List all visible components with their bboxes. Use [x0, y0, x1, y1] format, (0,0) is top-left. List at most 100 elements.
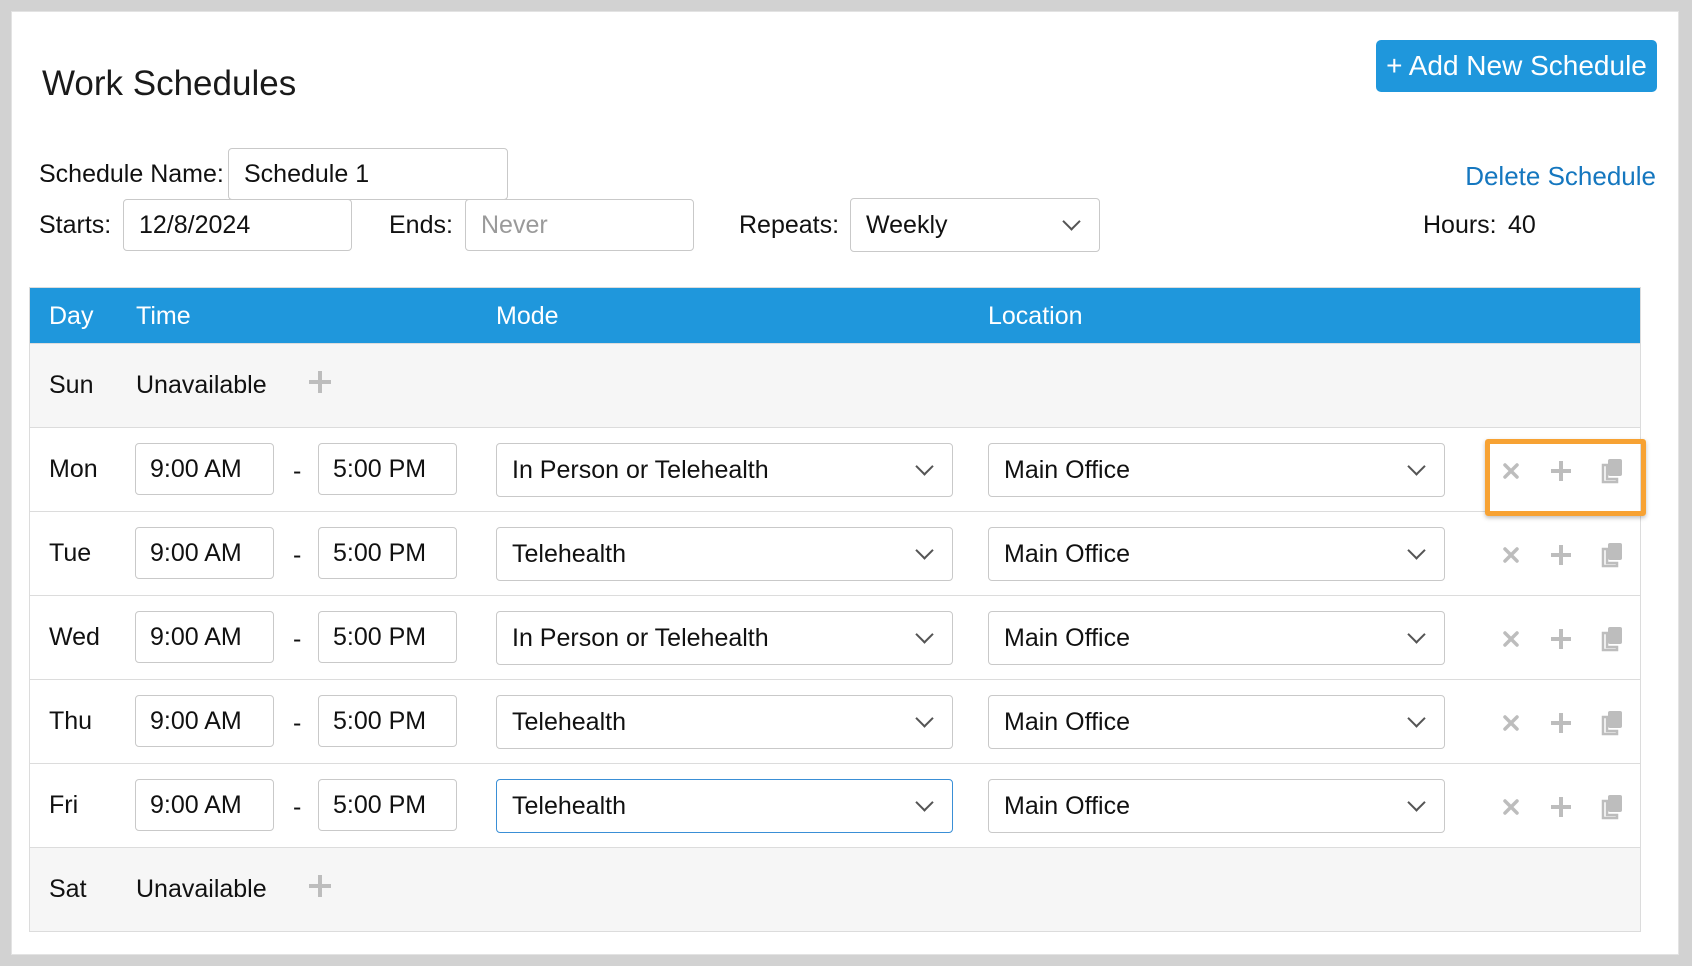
chevron-down-icon	[1407, 540, 1426, 560]
mode-select[interactable]: Telehealth	[496, 695, 953, 749]
header-mode: Mode	[496, 302, 559, 330]
unavailable-text: Unavailable	[136, 371, 267, 399]
chevron-down-icon	[915, 624, 934, 644]
mode-select-value: Telehealth	[512, 791, 626, 820]
start-time-input[interactable]: 9:00 AM	[135, 527, 274, 579]
time-separator: -	[293, 709, 302, 737]
row-actions	[1488, 620, 1638, 660]
end-time-input[interactable]: 5:00 PM	[318, 527, 457, 579]
table-row: Wed 9:00 AM - 5:00 PM In Person or Teleh…	[30, 595, 1640, 679]
ends-label: Ends:	[389, 211, 453, 239]
hours-label: Hours:	[1423, 211, 1497, 239]
day-label: Sat	[49, 875, 87, 903]
time-separator: -	[293, 625, 302, 653]
row-actions	[1488, 536, 1638, 576]
copy-icon[interactable]	[1597, 540, 1627, 570]
table-row: Thu 9:00 AM - 5:00 PM Telehealth Main Of…	[30, 679, 1640, 763]
repeats-label: Repeats:	[739, 211, 840, 239]
schedule-name-label: Schedule Name:	[39, 160, 224, 188]
location-select[interactable]: Main Office	[988, 695, 1445, 749]
chevron-down-icon	[1407, 708, 1426, 728]
end-time-input[interactable]: 5:00 PM	[318, 779, 457, 831]
mode-select-value: In Person or Telehealth	[512, 623, 769, 652]
header-time: Time	[136, 302, 191, 330]
add-time-plus-icon[interactable]	[308, 874, 332, 898]
schedule-table: Day Time Mode Location Sun Unavailable M…	[29, 287, 1641, 932]
chevron-down-icon	[915, 792, 934, 812]
chevron-down-icon	[1407, 624, 1426, 644]
close-icon[interactable]	[1496, 456, 1526, 486]
location-select-value: Main Office	[1004, 539, 1130, 568]
copy-icon[interactable]	[1597, 624, 1627, 654]
end-time-input[interactable]: 5:00 PM	[318, 695, 457, 747]
mode-select[interactable]: Telehealth	[496, 527, 953, 581]
chevron-down-icon	[1407, 456, 1426, 476]
copy-icon[interactable]	[1597, 792, 1627, 822]
time-separator: -	[293, 457, 302, 485]
location-select[interactable]: Main Office	[988, 611, 1445, 665]
table-header: Day Time Mode Location	[30, 288, 1640, 343]
start-time-input[interactable]: 9:00 AM	[135, 779, 274, 831]
end-time-input[interactable]: 5:00 PM	[318, 443, 457, 495]
day-label: Wed	[49, 623, 100, 651]
header-day: Day	[49, 302, 94, 330]
location-select-value: Main Office	[1004, 707, 1130, 736]
chevron-down-icon	[915, 708, 934, 728]
day-label: Fri	[49, 791, 79, 819]
chevron-down-icon	[915, 540, 934, 560]
close-icon[interactable]	[1496, 540, 1526, 570]
start-time-input[interactable]: 9:00 AM	[135, 443, 274, 495]
table-row: Mon 9:00 AM - 5:00 PM In Person or Teleh…	[30, 427, 1640, 511]
plus-icon[interactable]	[1546, 540, 1576, 570]
chevron-down-icon	[1062, 211, 1081, 231]
mode-select[interactable]: In Person or Telehealth	[496, 443, 953, 497]
page-title: Work Schedules	[42, 64, 297, 103]
mode-select[interactable]: In Person or Telehealth	[496, 611, 953, 665]
day-label: Tue	[49, 539, 92, 567]
mode-select-value: Telehealth	[512, 539, 626, 568]
row-actions	[1488, 704, 1638, 744]
time-separator: -	[293, 541, 302, 569]
end-time-input[interactable]: 5:00 PM	[318, 611, 457, 663]
mode-select-value: Telehealth	[512, 707, 626, 736]
chevron-down-icon	[915, 456, 934, 476]
close-icon[interactable]	[1496, 792, 1526, 822]
plus-icon[interactable]	[1546, 624, 1576, 654]
repeats-select[interactable]: Weekly	[850, 198, 1100, 252]
location-select-value: Main Office	[1004, 623, 1130, 652]
day-label: Mon	[49, 455, 98, 483]
location-select[interactable]: Main Office	[988, 779, 1445, 833]
table-row: Tue 9:00 AM - 5:00 PM Telehealth Main Of…	[30, 511, 1640, 595]
day-label: Thu	[49, 707, 93, 735]
add-time-plus-icon[interactable]	[308, 370, 332, 394]
plus-icon[interactable]	[1546, 792, 1576, 822]
mode-select-value: In Person or Telehealth	[512, 455, 769, 484]
location-select[interactable]: Main Office	[988, 527, 1445, 581]
day-label: Sun	[49, 371, 94, 399]
copy-icon[interactable]	[1597, 708, 1627, 738]
time-separator: -	[293, 793, 302, 821]
location-select-value: Main Office	[1004, 455, 1130, 484]
mode-select[interactable]: Telehealth	[496, 779, 953, 833]
copy-icon[interactable]	[1597, 456, 1627, 486]
starts-date-input[interactable]	[123, 199, 352, 251]
chevron-down-icon	[1407, 792, 1426, 812]
plus-icon[interactable]	[1546, 456, 1576, 486]
add-new-schedule-button[interactable]: + Add New Schedule	[1376, 40, 1657, 92]
table-row: Sat Unavailable	[30, 847, 1640, 931]
ends-date-input[interactable]	[465, 199, 694, 251]
delete-schedule-link[interactable]: Delete Schedule	[1465, 161, 1656, 192]
row-actions	[1488, 788, 1638, 828]
row-actions	[1488, 452, 1638, 492]
unavailable-text: Unavailable	[136, 875, 267, 903]
table-row: Fri 9:00 AM - 5:00 PM Telehealth Main Of…	[30, 763, 1640, 847]
start-time-input[interactable]: 9:00 AM	[135, 611, 274, 663]
close-icon[interactable]	[1496, 708, 1526, 738]
repeats-select-value: Weekly	[866, 210, 948, 239]
hours-value: 40	[1508, 211, 1536, 239]
start-time-input[interactable]: 9:00 AM	[135, 695, 274, 747]
close-icon[interactable]	[1496, 624, 1526, 654]
plus-icon[interactable]	[1546, 708, 1576, 738]
location-select[interactable]: Main Office	[988, 443, 1445, 497]
schedule-name-input[interactable]	[228, 148, 508, 200]
